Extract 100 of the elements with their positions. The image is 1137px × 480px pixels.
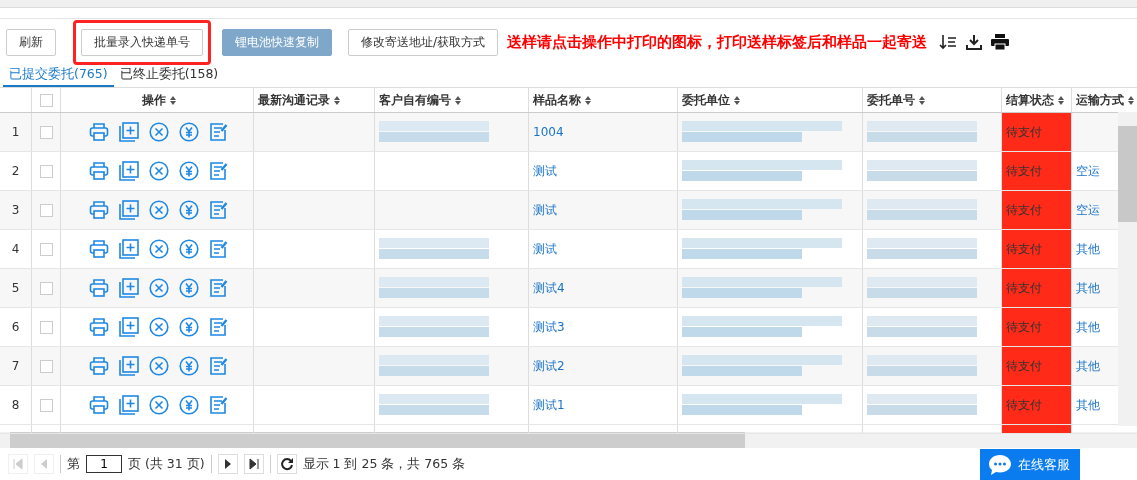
page-input[interactable]: 1 <box>86 455 122 473</box>
first-page-icon <box>12 458 24 470</box>
transport-text: 其他 <box>1076 396 1100 414</box>
add-copy-icon[interactable] <box>119 122 139 142</box>
sample-name-link[interactable]: 测试 <box>533 162 557 180</box>
row-number: 1 <box>11 125 20 139</box>
edit-note-icon[interactable] <box>209 395 229 415</box>
edit-note-icon[interactable] <box>209 356 229 376</box>
yen-icon[interactable] <box>179 278 199 298</box>
vertical-scrollbar[interactable] <box>1118 112 1137 426</box>
yen-icon[interactable] <box>179 161 199 181</box>
print-icon[interactable] <box>991 34 1010 50</box>
cancel-icon[interactable] <box>149 278 169 298</box>
cancel-icon[interactable] <box>149 395 169 415</box>
yen-icon[interactable] <box>179 239 199 259</box>
add-copy-icon[interactable] <box>119 395 139 415</box>
sort-icon[interactable] <box>170 95 176 105</box>
sample-name-link[interactable]: 1004 <box>533 125 564 139</box>
row-number: 7 <box>11 359 20 373</box>
edit-note-icon[interactable] <box>209 161 229 181</box>
add-copy-icon[interactable] <box>119 356 139 376</box>
sort-icon[interactable] <box>734 95 740 105</box>
sort-icon[interactable] <box>1128 95 1134 105</box>
column-header[interactable]: 委托单位 <box>682 91 730 109</box>
sample-name-link[interactable]: 测试4 <box>533 279 565 297</box>
yen-icon[interactable] <box>179 200 199 220</box>
edit-note-icon[interactable] <box>209 239 229 259</box>
sort-icon[interactable] <box>1058 95 1064 105</box>
toolbar-button[interactable]: 批量录入快递单号 <box>81 28 203 56</box>
row-number: 4 <box>11 242 20 256</box>
cancel-icon[interactable] <box>149 200 169 220</box>
page-count-text: 页 (共 31 页) <box>128 455 205 473</box>
status-text: 待支付 <box>1006 162 1042 180</box>
yen-icon[interactable] <box>179 122 199 142</box>
cancel-icon[interactable] <box>149 239 169 259</box>
yen-icon[interactable] <box>179 356 199 376</box>
edit-note-icon[interactable] <box>209 278 229 298</box>
transport-text: 空运 <box>1076 201 1100 219</box>
download-icon[interactable] <box>966 34 983 50</box>
row-checkbox[interactable] <box>39 242 53 256</box>
sample-name-link[interactable]: 测试2 <box>533 357 565 375</box>
row-checkbox[interactable] <box>39 164 53 178</box>
status-text: 待支付 <box>1006 318 1042 336</box>
row-checkbox[interactable] <box>39 320 53 334</box>
yen-icon[interactable] <box>179 395 199 415</box>
select-all-checkbox[interactable] <box>39 93 53 107</box>
row-checkbox[interactable] <box>39 281 53 295</box>
add-copy-icon[interactable] <box>119 239 139 259</box>
transport-text: 空运 <box>1076 162 1100 180</box>
last-page-button[interactable] <box>243 454 264 474</box>
cancel-icon[interactable] <box>149 161 169 181</box>
row-checkbox[interactable] <box>39 359 53 373</box>
column-header[interactable]: 样品名称 <box>533 91 581 109</box>
toolbar-button[interactable]: 修改寄送地址/获取方式 <box>348 28 499 56</box>
status-text: 待支付 <box>1006 357 1042 375</box>
add-copy-icon[interactable] <box>119 200 139 220</box>
edit-note-icon[interactable] <box>209 317 229 337</box>
transport-text: 其他 <box>1076 357 1100 375</box>
edit-note-icon[interactable] <box>209 122 229 142</box>
toolbar-button[interactable]: 刷新 <box>6 28 56 56</box>
row-number: 6 <box>11 320 20 334</box>
sort-icon[interactable] <box>334 95 340 105</box>
add-copy-icon[interactable] <box>119 161 139 181</box>
row-checkbox[interactable] <box>39 203 53 217</box>
notice-text: 送样请点击操作中打印的图标，打印送样标签后和样品一起寄送 <box>507 32 928 52</box>
sample-name-link[interactable]: 测试 <box>533 201 557 219</box>
row-number: 2 <box>11 164 20 178</box>
column-header[interactable]: 最新沟通记录 <box>258 91 330 109</box>
yen-icon[interactable] <box>179 317 199 337</box>
next-page-button[interactable] <box>217 454 238 474</box>
sort-icon[interactable] <box>455 95 461 105</box>
column-header[interactable]: 操作 <box>142 91 166 109</box>
column-header[interactable]: 客户自有编号 <box>379 91 451 109</box>
sort-icon[interactable] <box>585 95 591 105</box>
column-header[interactable]: 运输方式 <box>1076 91 1124 109</box>
record-summary: 显示 1 到 25 条，共 765 条 <box>302 455 466 473</box>
refresh-button[interactable] <box>276 454 297 474</box>
online-service-button[interactable]: 在线客服 <box>980 449 1080 480</box>
add-copy-icon[interactable] <box>119 278 139 298</box>
edit-note-icon[interactable] <box>209 200 229 220</box>
cancel-icon[interactable] <box>149 356 169 376</box>
transport-text: 其他 <box>1076 240 1100 258</box>
refresh-icon <box>279 457 294 471</box>
cancel-icon[interactable] <box>149 122 169 142</box>
add-copy-icon[interactable] <box>119 317 139 337</box>
cancel-icon[interactable] <box>149 317 169 337</box>
sample-name-link[interactable]: 测试3 <box>533 318 565 336</box>
column-header[interactable]: 委托单号 <box>867 91 915 109</box>
tab[interactable]: 已终止委托(158) <box>113 63 225 87</box>
row-number: 5 <box>11 281 20 295</box>
row-checkbox[interactable] <box>39 125 53 139</box>
tab[interactable]: 已提交委托(765) <box>3 63 114 87</box>
row-checkbox[interactable] <box>39 398 53 412</box>
sort-icon[interactable] <box>939 34 958 50</box>
sample-name-link[interactable]: 测试1 <box>533 396 565 414</box>
sort-icon[interactable] <box>919 95 925 105</box>
sample-name-link[interactable]: 测试 <box>533 240 557 258</box>
last-page-icon <box>247 458 260 470</box>
chat-icon <box>988 453 1012 476</box>
column-header[interactable]: 结算状态 <box>1006 91 1054 109</box>
